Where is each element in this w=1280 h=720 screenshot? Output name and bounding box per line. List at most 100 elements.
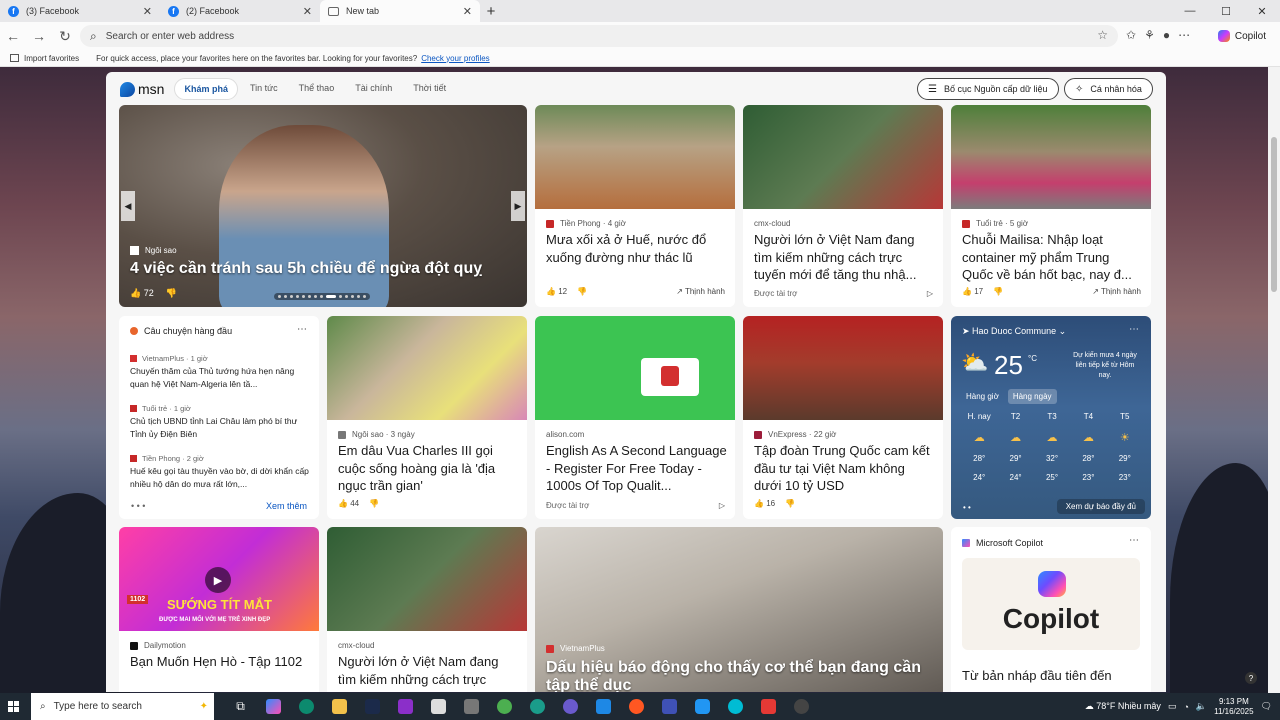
dislike-icon[interactable]: 👎 — [369, 499, 379, 508]
app-icon[interactable] — [653, 693, 686, 720]
tab-thoi-tiet[interactable]: Thời tiết — [404, 78, 455, 100]
carousel-dots[interactable] — [274, 293, 370, 300]
hero-carousel[interactable]: ◀ ▶ Ngôi sao 4 việc cần tránh sau 5h chi… — [119, 105, 527, 307]
scrollbar[interactable] — [1268, 67, 1280, 693]
card-title[interactable]: Người lớn ở Việt Nam đang tìm kiếm những… — [338, 653, 519, 688]
edge-icon[interactable] — [521, 693, 554, 720]
ad-card-alison[interactable]: alison.com English As A Second Language … — [535, 316, 735, 519]
carousel-next-button[interactable]: ▶ — [511, 191, 525, 221]
news-card-investment[interactable]: VnExpress · 22 giờ Tập đoàn Trung Quốc c… — [743, 316, 943, 519]
dislike-icon[interactable]: 👎 — [993, 287, 1003, 296]
card-title[interactable]: Từ bản nháp đầu tiên đến — [962, 667, 1143, 685]
refresh-icon[interactable]: ↻ — [52, 28, 78, 45]
tab-new-tab[interactable]: New tab ✕ — [320, 0, 480, 22]
tab-hourly[interactable]: Hàng giờ — [961, 389, 1004, 404]
tab-facebook-1[interactable]: f (3) Facebook ✕ — [0, 0, 160, 22]
story-item[interactable]: Tiền Phong · 2 giờ Huế kêu gọi tàu thuyề… — [130, 452, 309, 491]
tab-daily[interactable]: Hàng ngày — [1007, 389, 1057, 404]
news-card-exercise[interactable]: VietnamPlus Dấu hiệu báo động cho thấy c… — [535, 527, 943, 692]
like-button[interactable]: 👍 17 — [962, 287, 983, 296]
more-options-icon[interactable]: ⋯ — [1129, 324, 1139, 335]
check-profiles-link[interactable]: Check your profiles — [421, 54, 489, 63]
more-options-icon[interactable]: ⋯ — [297, 324, 307, 335]
story-item[interactable]: Tuổi trẻ · 1 giờ Chủ tịch UBND tỉnh Lai … — [130, 402, 309, 441]
weather-widget[interactable]: ➤ Hao Duoc Commune ⌄ ⋯ ⛅ 25 °C Dự kiến m… — [951, 316, 1151, 519]
address-bar[interactable]: ⌕ Search or enter web address ☆ — [80, 25, 1118, 47]
card-title[interactable]: Bạn Muốn Hẹn Hò - Tập 1102 — [130, 653, 311, 671]
news-card-charles[interactable]: Ngôi sao · 3 ngày Em dâu Vua Charles III… — [327, 316, 527, 519]
import-favorites-button[interactable]: Import favorites — [10, 54, 79, 63]
see-more-link[interactable]: Xem thêm — [266, 501, 307, 511]
favorites-icon[interactable]: ✩ — [1126, 28, 1136, 42]
task-view-icon[interactable]: ⧉ — [224, 693, 257, 720]
play-icon[interactable]: ▶ — [205, 567, 231, 593]
profile-icon[interactable]: ● — [1163, 28, 1170, 42]
file-explorer-icon[interactable] — [323, 693, 356, 720]
card-title[interactable]: Mưa xối xả ở Huế, nước đổ xuống đường nh… — [546, 231, 727, 266]
help-icon[interactable]: ? — [1245, 672, 1257, 684]
start-button[interactable] — [0, 701, 26, 712]
network-icon[interactable]: ◔ — [1183, 702, 1188, 712]
app-icon[interactable] — [620, 693, 653, 720]
play-icon[interactable]: ▷ — [719, 501, 725, 510]
card-title[interactable]: Người lớn ở Việt Nam đang tìm kiếm những… — [754, 231, 935, 284]
like-button[interactable]: 👍 72 — [130, 288, 154, 299]
card-title[interactable]: Dấu hiệu báo động cho thấy cơ thể bạn đa… — [546, 659, 935, 692]
news-card-hue-flood[interactable]: Tiền Phong · 4 giờ Mưa xối xả ở Huế, nướ… — [535, 105, 735, 307]
close-icon[interactable]: ✕ — [463, 5, 472, 18]
battery-icon[interactable]: ▭ — [1168, 701, 1177, 712]
vscode-icon[interactable] — [587, 693, 620, 720]
pager-dots[interactable]: • • — [963, 503, 971, 512]
like-button[interactable]: 👍 16 — [754, 499, 775, 508]
app-icon[interactable] — [554, 693, 587, 720]
app-icon[interactable] — [422, 693, 455, 720]
video-card-dailymotion[interactable]: ▶ 1102 SƯỚNG TÍT MẮT ĐƯỢC MAI MỐI VỚI MẸ… — [119, 527, 319, 692]
ad-card-cmx-2[interactable]: cmx-cloud Người lớn ở Việt Nam đang tìm … — [327, 527, 527, 692]
tab-the-thao[interactable]: Thể thao — [290, 78, 344, 100]
copilot-app-icon[interactable] — [257, 693, 290, 720]
play-icon[interactable]: ▷ — [927, 289, 933, 298]
dislike-icon[interactable]: 👎 — [166, 288, 177, 299]
edge-icon[interactable] — [290, 693, 323, 720]
tab-kham-pha[interactable]: Khám phá — [174, 78, 238, 100]
more-icon[interactable]: ⋯ — [1178, 28, 1190, 42]
card-title[interactable]: Em dâu Vua Charles III gọi cuộc sống hoà… — [338, 442, 519, 495]
dislike-icon[interactable]: 👎 — [577, 287, 587, 296]
forward-icon[interactable]: → — [26, 28, 52, 44]
ad-card-cmx-1[interactable]: cmx-cloud Người lớn ở Việt Nam đang tìm … — [743, 105, 943, 307]
personalize-button[interactable]: ✧ Cá nhân hóa — [1064, 78, 1153, 100]
like-button[interactable]: 👍 12 — [546, 287, 567, 296]
card-title[interactable]: Chuỗi Mailisa: Nhập loạt container mỹ ph… — [962, 231, 1143, 284]
close-icon[interactable]: ✕ — [303, 5, 312, 18]
app-icon[interactable] — [455, 693, 488, 720]
notifications-icon[interactable]: 🗨 — [1261, 701, 1272, 712]
app-icon[interactable] — [356, 693, 389, 720]
app-icon[interactable] — [785, 693, 818, 720]
add-tab-button[interactable]: + — [480, 0, 502, 22]
close-icon[interactable]: ✕ — [143, 5, 152, 18]
story-item[interactable]: VietnamPlus · 1 giờ Chuyến thăm của Thủ … — [130, 352, 309, 391]
card-title[interactable]: Tập đoàn Trung Quốc cam kết đầu tư tại V… — [754, 442, 935, 495]
tab-tin-tuc[interactable]: Tin tức — [241, 78, 287, 100]
tab-facebook-2[interactable]: f (2) Facebook ✕ — [160, 0, 320, 22]
dislike-icon[interactable]: 👎 — [785, 499, 795, 508]
app-icon[interactable] — [389, 693, 422, 720]
card-title[interactable]: English As A Second Language - Register … — [546, 442, 727, 495]
favorite-star-icon[interactable]: ☆ — [1097, 28, 1108, 42]
app-icon[interactable] — [752, 693, 785, 720]
app-icon[interactable] — [686, 693, 719, 720]
chrome-icon[interactable] — [488, 693, 521, 720]
maximize-icon[interactable]: ☐ — [1208, 0, 1244, 22]
tab-tai-chinh[interactable]: Tài chính — [346, 78, 401, 100]
like-button[interactable]: 👍 44 — [338, 499, 359, 508]
full-forecast-button[interactable]: Xem dự báo đầy đủ — [1056, 499, 1145, 514]
pager-dots[interactable]: • • • — [131, 501, 145, 511]
close-window-icon[interactable]: ✕ — [1244, 0, 1280, 22]
minimize-icon[interactable]: — — [1172, 0, 1208, 22]
scroll-thumb[interactable] — [1271, 137, 1277, 292]
feed-layout-button[interactable]: ☰ Bố cục Nguồn cấp dữ liệu — [917, 78, 1059, 100]
msn-logo[interactable]: msn — [120, 81, 164, 97]
back-icon[interactable]: ← — [0, 28, 26, 44]
app-icon[interactable] — [719, 693, 752, 720]
news-card-mailisa[interactable]: Tuổi trẻ · 5 giờ Chuỗi Mailisa: Nhập loạ… — [951, 105, 1151, 307]
